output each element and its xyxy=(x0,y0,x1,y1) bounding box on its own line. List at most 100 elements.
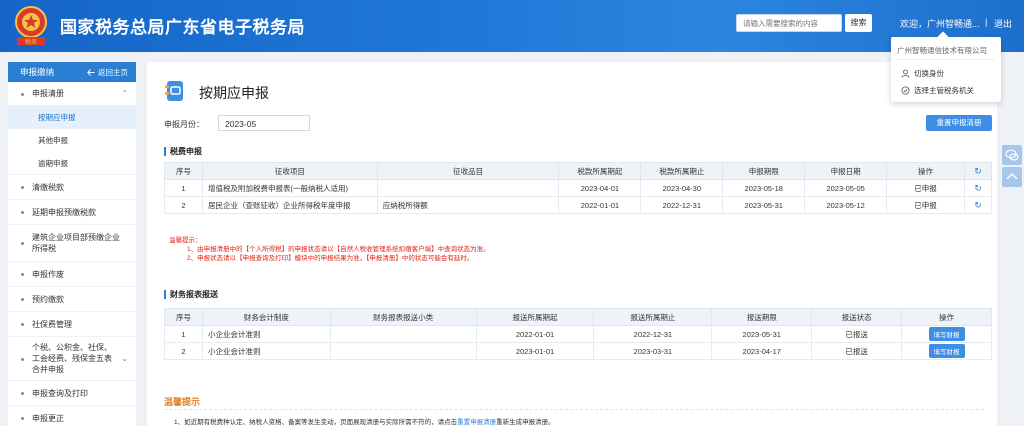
sidebar-item-overdue-declaration[interactable]: 逾期申报 xyxy=(8,152,136,175)
back-home-label: 返回主页 xyxy=(98,67,128,77)
user-welcome-menu[interactable]: 欢迎，广州智畅通... xyxy=(900,17,980,30)
column-header: 报送所属期起 xyxy=(475,308,595,326)
table-cell: 居民企业（查账征收）企业所得税年度申报 xyxy=(201,196,378,214)
sidebar-item-social-insurance[interactable]: 社保费管理 xyxy=(8,312,136,337)
row-refresh[interactable]: ↻ xyxy=(963,179,993,197)
table-cell xyxy=(329,325,477,343)
status-cell: 已报送 xyxy=(811,342,903,360)
user-dropdown: 广州智畅通信技术有限公司 切换身份 选择主管税务机关 xyxy=(891,31,1001,102)
refresh-header[interactable]: ↻ xyxy=(963,162,993,180)
back-home-link[interactable]: 返回主页 xyxy=(87,67,128,78)
table-cell: 2023-04-01 xyxy=(558,179,642,197)
emblem-text: 税务 xyxy=(25,38,37,46)
sidebar-title: 申报缴纳 xyxy=(20,67,55,77)
chat-bubble-icon xyxy=(1005,149,1019,161)
column-header: 操作 xyxy=(886,162,965,180)
sidebar-item-pay-tax[interactable]: 清缴税款 xyxy=(8,175,136,200)
table-cell: 应纳税所得额 xyxy=(376,196,560,214)
table-cell: 2022-12-31 xyxy=(593,325,713,343)
column-header: 财务报表报送小类 xyxy=(329,308,477,326)
status-cell: 已报送 xyxy=(811,325,903,343)
table-cell: 小企业会计准则 xyxy=(201,342,331,360)
sidebar-item-five-in-one[interactable]: 个税、公积金、社保、工会经费、残保金五表合并申报 ⌄ xyxy=(8,337,136,381)
table-cell xyxy=(329,342,477,360)
sidebar-item-label: 清缴税款 xyxy=(32,182,64,192)
check-circle-icon xyxy=(901,86,910,95)
table-cell: 2022-12-31 xyxy=(640,196,724,214)
divider xyxy=(164,409,984,410)
switch-identity-item[interactable]: 切换身份 xyxy=(901,68,944,79)
sidebar-item-correction[interactable]: 申报更正 xyxy=(8,406,136,426)
sidebar-item-label: 申报作废 xyxy=(32,269,64,279)
chat-float-button[interactable] xyxy=(1002,145,1022,165)
switch-identity-label: 切换身份 xyxy=(914,69,944,78)
bottom-tips-prefix: 1、如近期有税费种认定、纳税人资格、备案等发生变动，页面展现清册与实际所需不符的… xyxy=(174,419,458,426)
fill-report-button[interactable]: 填写财报 xyxy=(928,327,965,341)
row-refresh[interactable]: ↻ xyxy=(963,196,993,214)
select-tax-authority-item[interactable]: 选择主管税务机关 xyxy=(901,85,974,96)
sidebar-item-void-declaration[interactable]: 申报作废 xyxy=(8,262,136,287)
table-row: 2 居民企业（查账征收）企业所得税年度申报 应纳税所得额 2022-01-01 … xyxy=(164,196,993,214)
refresh-icon[interactable]: ↻ xyxy=(974,166,982,176)
sidebar-item-label: 逾期申报 xyxy=(38,158,68,168)
table-cell: 增值税及附加税费申报表(一般纳税人适用) xyxy=(201,179,378,197)
refresh-icon[interactable]: ↻ xyxy=(974,200,982,210)
table-cell: 2022-01-01 xyxy=(475,325,595,343)
select-tax-authority-label: 选择主管税务机关 xyxy=(914,86,974,95)
document-icon xyxy=(165,81,183,101)
column-header: 序号 xyxy=(164,308,203,326)
bottom-tips-suffix: 重新生成申报清册。 xyxy=(496,419,555,426)
table-cell: 2023-05-18 xyxy=(722,179,806,197)
column-header: 报送期限 xyxy=(711,308,813,326)
finance-report-table: 序号 财务会计制度 财务报表报送小类 报送所属期起 报送所属期止 报送期限 报送… xyxy=(164,308,992,360)
sidebar-header: 申报缴纳 返回主页 xyxy=(8,62,136,82)
sidebar-item-label: 其他申报 xyxy=(38,136,68,145)
table-cell: 2022-01-01 xyxy=(558,196,642,214)
sidebar-item-other-declaration[interactable]: 其他申报 xyxy=(8,129,136,152)
tax-emblem-icon: 税务 xyxy=(15,6,47,46)
logout-link[interactable]: 退出 xyxy=(994,17,1012,30)
refresh-icon[interactable]: ↻ xyxy=(974,183,982,193)
fill-report-button[interactable]: 填写财报 xyxy=(928,344,965,358)
sidebar-item-scheduled-payment[interactable]: 预约缴款 xyxy=(8,287,136,312)
back-to-top-button[interactable] xyxy=(1002,167,1022,187)
sidebar-item-declaration-list[interactable]: 申报清册 ⌃ xyxy=(8,82,136,106)
table-cell: 1 xyxy=(164,325,203,343)
search-input[interactable] xyxy=(736,14,842,32)
column-header: 申报日期 xyxy=(804,162,888,180)
table-row: 1 小企业会计准则 2022-01-01 2022-12-31 2023-05-… xyxy=(164,325,992,343)
chevron-down-icon: ⌄ xyxy=(121,354,128,363)
status-cell: 已申报 xyxy=(886,196,965,214)
search-button[interactable]: 搜索 xyxy=(845,14,872,32)
chevron-up-icon: ⌃ xyxy=(121,89,128,98)
table-cell: 2023-01-01 xyxy=(475,342,595,360)
sidebar-item-query-print[interactable]: 申报查询及打印 xyxy=(8,381,136,406)
site-title: 国家税务总局广东省电子税务局 xyxy=(60,18,305,37)
finance-section-title: 财务报表报送 xyxy=(164,290,218,299)
bottom-tips-title: 温馨提示 xyxy=(164,397,201,407)
sidebar-item-construction-prepay[interactable]: 建筑企业项目部预缴企业所得税 xyxy=(8,225,136,262)
user-icon xyxy=(901,69,910,78)
dropdown-company-name: 广州智畅通信技术有限公司 xyxy=(897,46,987,55)
action-cell: 填写财报 xyxy=(901,342,992,360)
sidebar-item-deferred-declaration[interactable]: 延期申报预缴税款 xyxy=(8,200,136,225)
sidebar-item-label: 社保费管理 xyxy=(32,319,72,329)
table-cell xyxy=(376,179,560,197)
warm-tips: 温馨提示： 1、由申报清册中的【个人所得税】的申报状态请以【自然人税收管理系统扣… xyxy=(169,236,490,263)
bottom-tips-text: 1、如近期有税费种认定、纳税人资格、备案等发生变动，页面展现清册与实际所需不符的… xyxy=(174,416,555,426)
table-cell: 2023-04-30 xyxy=(640,179,724,197)
main-panel: 按期应申报 申报月份： 2023-05 重置申报清册 税费申报 序号 征收项目 … xyxy=(147,62,997,426)
tips-line: 1、由申报清册中的【个人所得税】的申报状态请以【自然人税收管理系统扣缴客户端】中… xyxy=(187,246,490,253)
sidebar-item-periodic-declaration[interactable]: 按期应申报 xyxy=(8,106,136,129)
table-cell: 2023-05-12 xyxy=(804,196,888,214)
sidebar-item-label: 个税、公积金、社保、工会经费、残保金五表合并申报 xyxy=(32,343,112,374)
table-cell: 2023-05-05 xyxy=(804,179,888,197)
table-cell: 2 xyxy=(164,342,203,360)
reset-list-link[interactable]: 重置申报清册 xyxy=(457,419,496,426)
reset-declaration-list-button[interactable]: 重置申报清册 xyxy=(926,115,992,131)
chevron-up-icon xyxy=(1006,172,1018,180)
page-title: 按期应申报 xyxy=(199,85,269,101)
table-header-row: 序号 征收项目 征收品目 税款所属期起 税款所属期止 申报期限 申报日期 操作 … xyxy=(164,162,993,180)
month-picker[interactable]: 2023-05 xyxy=(218,115,310,131)
sidebar: 申报缴纳 返回主页 申报清册 ⌃ 按期应申报 其他申报 逾期申报 清缴税款 延期… xyxy=(8,62,136,426)
